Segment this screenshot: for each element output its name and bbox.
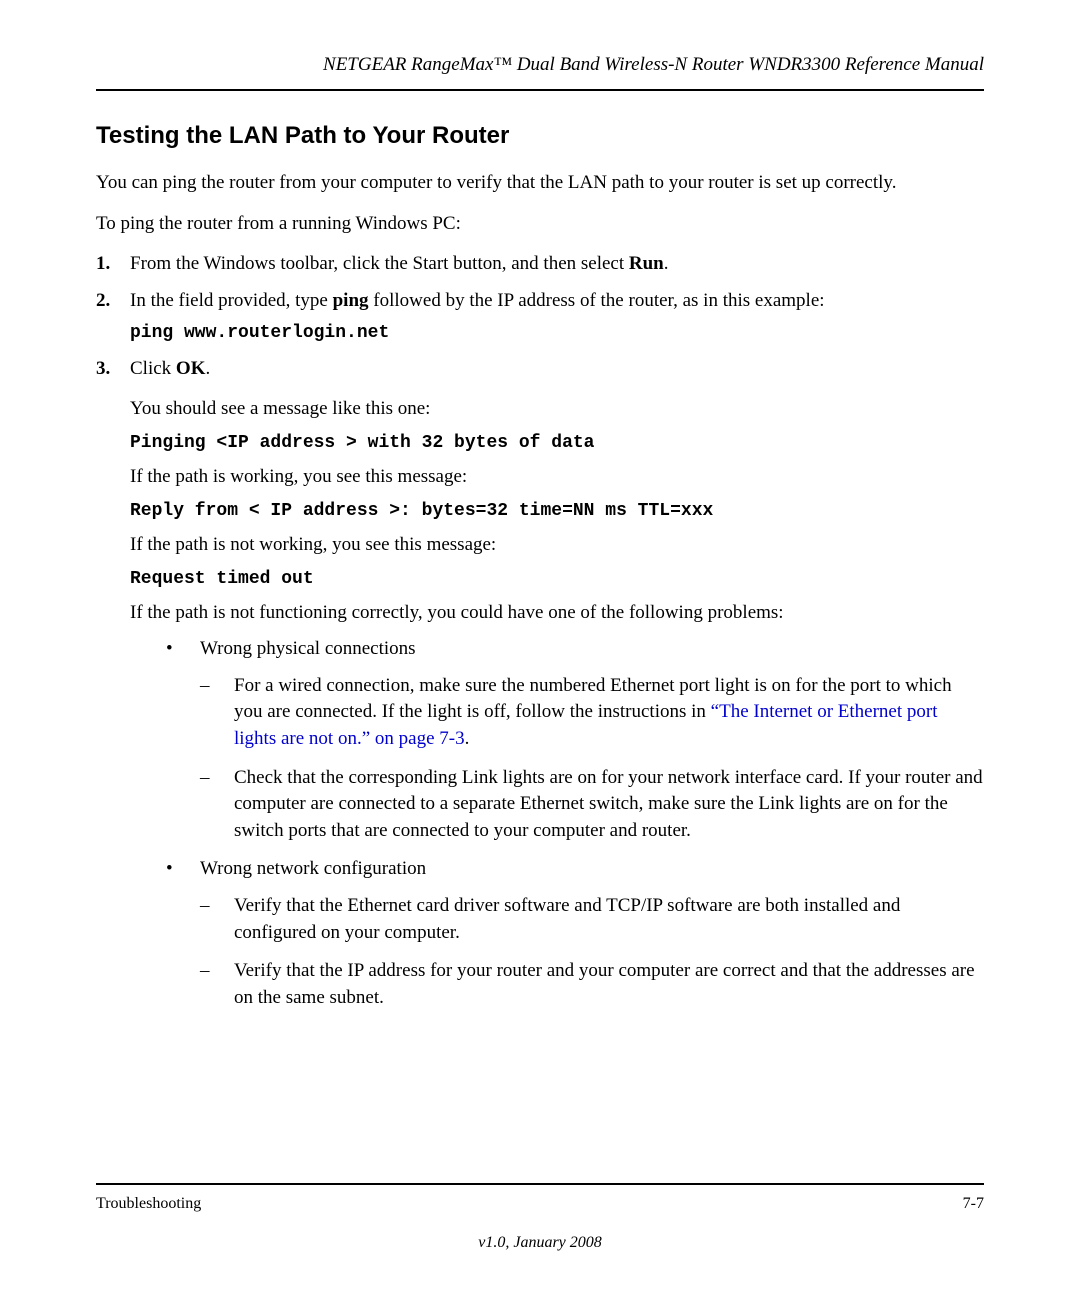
bullet-physical: Wrong physical connections For a wired c…: [130, 636, 984, 844]
step-text: From the Windows toolbar, click the Star…: [130, 253, 669, 274]
footer-right: 7-7: [963, 1193, 984, 1215]
step-number: 3.: [96, 356, 110, 383]
step-2: 2. In the field provided, type ping foll…: [96, 288, 984, 346]
problem-intro: If the path is not functioning correctly…: [130, 600, 984, 627]
result-notworking: If the path is not working, you see this…: [130, 532, 984, 559]
bullet-label: Wrong physical connections: [200, 638, 416, 659]
result-intro: You should see a message like this one:: [130, 396, 984, 423]
code-reply: Reply from < IP address >: bytes=32 time…: [130, 499, 984, 524]
dash-item: Verify that the IP address for your rout…: [200, 958, 984, 1011]
bullet-label: Wrong network configuration: [200, 858, 426, 879]
footer-rule: [96, 1183, 984, 1185]
step-list: 1. From the Windows toolbar, click the S…: [96, 251, 984, 382]
running-header: NETGEAR RangeMax™ Dual Band Wireless-N R…: [96, 52, 984, 85]
intro-paragraph: You can ping the router from your comput…: [96, 170, 984, 197]
sub-list: Verify that the Ethernet card driver sof…: [200, 893, 984, 1011]
section-title: Testing the LAN Path to Your Router: [96, 119, 984, 153]
footer-row: Troubleshooting 7-7: [96, 1193, 984, 1215]
sub-list: For a wired connection, make sure the nu…: [200, 673, 984, 845]
step-number: 2.: [96, 288, 110, 315]
dash-item: Check that the corresponding Link lights…: [200, 765, 984, 845]
step-number: 1.: [96, 251, 110, 278]
step-3: 3. Click OK.: [96, 356, 984, 383]
dash-item: Verify that the Ethernet card driver sof…: [200, 893, 984, 946]
header-rule: [96, 89, 984, 91]
page-footer: Troubleshooting 7-7 v1.0, January 2008: [96, 1183, 984, 1254]
dash-item: For a wired connection, make sure the nu…: [200, 673, 984, 753]
lead-paragraph: To ping the router from a running Window…: [96, 211, 984, 238]
code-ping: ping www.routerlogin.net: [130, 321, 984, 346]
page: NETGEAR RangeMax™ Dual Band Wireless-N R…: [0, 0, 1080, 1296]
code-timeout: Request timed out: [130, 567, 984, 592]
step-text: In the field provided, type ping followe…: [130, 290, 825, 311]
footer-version: v1.0, January 2008: [96, 1232, 984, 1254]
result-working: If the path is working, you see this mes…: [130, 464, 984, 491]
problem-list: Wrong physical connections For a wired c…: [130, 636, 984, 1011]
result-block: You should see a message like this one: …: [130, 396, 984, 1011]
step-text: Click OK.: [130, 358, 210, 379]
code-pinging: Pinging <IP address > with 32 bytes of d…: [130, 431, 984, 456]
step-1: 1. From the Windows toolbar, click the S…: [96, 251, 984, 278]
bullet-network: Wrong network configuration Verify that …: [130, 856, 984, 1011]
footer-left: Troubleshooting: [96, 1193, 201, 1215]
